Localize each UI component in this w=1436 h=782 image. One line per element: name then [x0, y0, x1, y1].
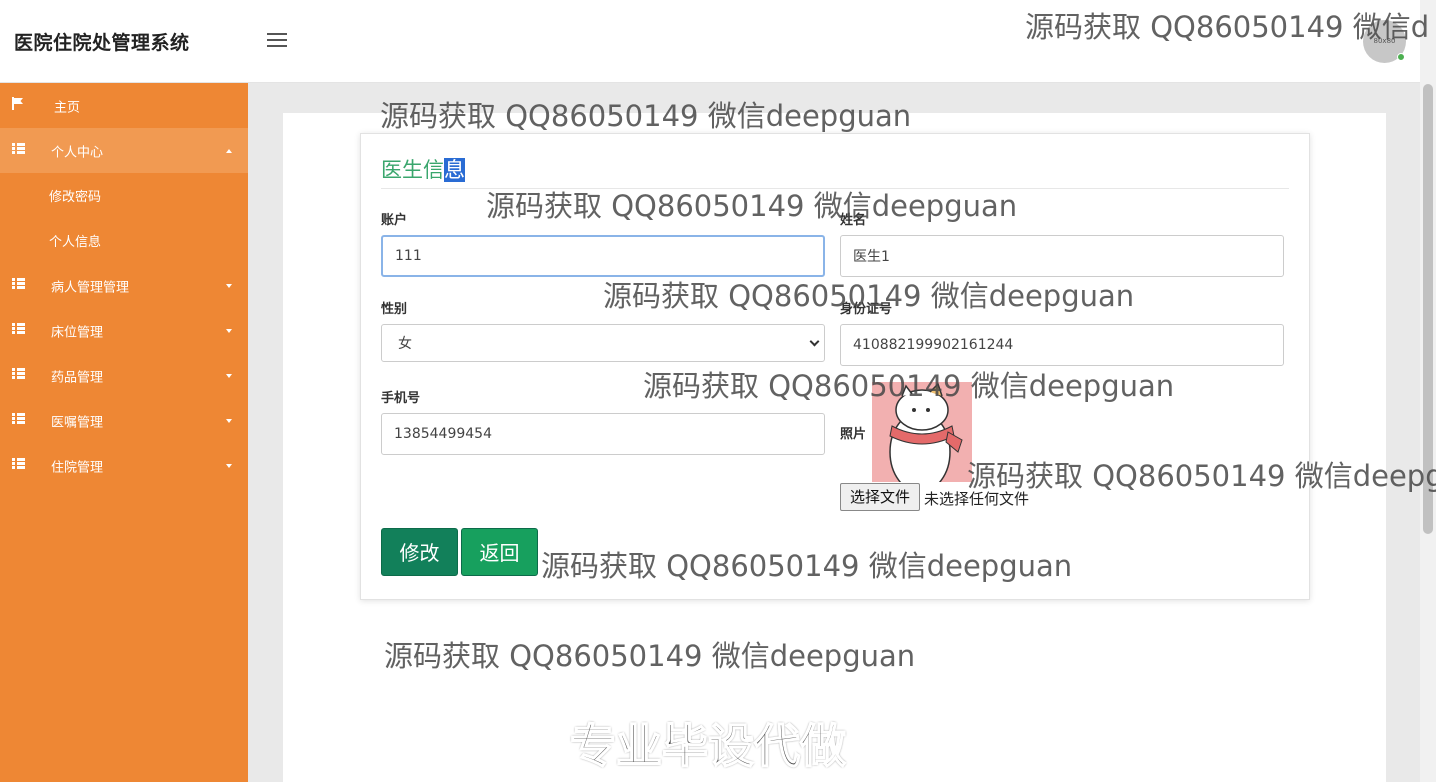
chevron-down-icon	[226, 329, 232, 333]
sidebar-item-label: 医嘱管理	[51, 415, 104, 430]
title-part: 医生	[381, 158, 423, 182]
app-title: 医院住院处管理系统	[14, 32, 190, 54]
sidebar-item-label: 病人管理管理	[51, 280, 130, 295]
grid-icon	[12, 458, 25, 470]
sidebar-item-label: 药品管理	[51, 370, 104, 385]
title-part: 信	[423, 158, 444, 182]
phone-label: 手机号	[381, 391, 421, 406]
online-status-dot	[1397, 53, 1405, 61]
slogan-watermark: 专业毕设代做	[569, 718, 847, 774]
watermark-text: 源码获取 QQ86050149 微信deepguan	[380, 99, 912, 133]
page-title: 医生信息	[381, 154, 465, 184]
chevron-down-icon	[226, 374, 232, 378]
grid-icon	[12, 278, 25, 290]
sidebar-item-label: 个人中心	[51, 145, 104, 160]
watermark-text: 源码获取 QQ86050149 微信deepg	[967, 459, 1436, 493]
grid-icon	[12, 368, 25, 380]
sidebar-item-home[interactable]: 主页	[0, 83, 248, 128]
gender-select[interactable]: 女	[381, 324, 825, 362]
sidebar-item-orders[interactable]: 医嘱管理	[0, 398, 248, 443]
watermark-text: 源码获取 QQ86050149 微信deepguan	[541, 549, 1073, 583]
grid-icon	[12, 143, 25, 155]
grid-icon	[12, 413, 25, 425]
sidebar-item-personal-center[interactable]: 个人中心	[0, 128, 248, 173]
chevron-down-icon	[226, 419, 232, 423]
page-scrollbar[interactable]	[1420, 0, 1436, 782]
chevron-up-icon	[226, 149, 232, 153]
sidebar-item-label: 住院管理	[51, 460, 104, 475]
watermark-text: 源码获取 QQ86050149 微信d	[1025, 10, 1430, 44]
account-input[interactable]: 111	[381, 235, 825, 277]
sidebar-subitem-change-password[interactable]: 修改密码	[0, 173, 248, 218]
watermark-text: 源码获取 QQ86050149 微信deepguan	[643, 369, 1175, 403]
sidebar-item-patients[interactable]: 病人管理管理	[0, 263, 248, 308]
watermark-text: 源码获取 QQ86050149 微信deepguan	[384, 639, 916, 673]
submit-button[interactable]: 修改	[381, 528, 458, 576]
sidebar-item-hospitalization[interactable]: 住院管理	[0, 443, 248, 488]
grid-icon	[12, 323, 25, 335]
account-label: 账户	[381, 213, 408, 228]
menu-toggle-icon[interactable]	[267, 33, 287, 49]
chevron-down-icon	[226, 464, 232, 468]
watermark-text: 源码获取 QQ86050149 微信deepguan	[603, 279, 1135, 313]
id-number-input[interactable]: 410882199902161244	[840, 324, 1284, 366]
title-part-selected: 息	[444, 158, 465, 182]
sidebar-item-label: 床位管理	[51, 325, 104, 340]
sidebar-item-medicine[interactable]: 药品管理	[0, 353, 248, 398]
choose-file-button[interactable]: 选择文件	[840, 483, 920, 511]
flag-icon	[12, 97, 23, 110]
sidebar-item-label: 主页	[54, 100, 81, 115]
phone-input[interactable]: 13854499454	[381, 413, 825, 455]
sidebar-item-beds[interactable]: 床位管理	[0, 308, 248, 353]
watermark-text: 源码获取 QQ86050149 微信deepguan	[486, 189, 1018, 223]
gender-value: 女	[398, 336, 412, 352]
chevron-down-icon	[226, 284, 232, 288]
sidebar: 主页 个人中心 修改密码 个人信息 病人管理管理 床位管理 药品管理 医嘱管理 …	[0, 83, 248, 782]
gender-label: 性别	[381, 302, 408, 317]
back-button[interactable]: 返回	[461, 528, 538, 576]
chevron-down-icon	[809, 336, 820, 347]
sidebar-subitem-profile[interactable]: 个人信息	[0, 218, 248, 263]
name-input[interactable]: 医生1	[840, 235, 1284, 277]
photo-label: 照片	[840, 427, 867, 442]
